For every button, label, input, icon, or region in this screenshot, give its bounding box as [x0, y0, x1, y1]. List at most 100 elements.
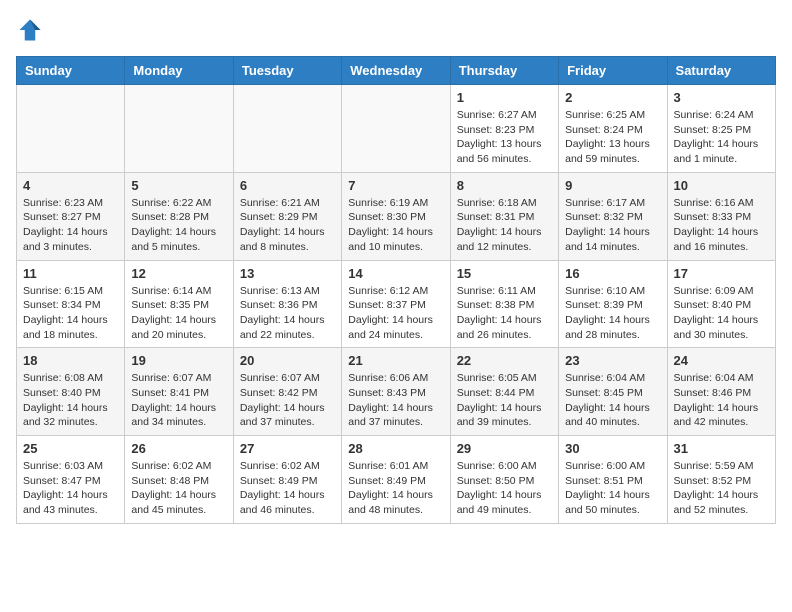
day-number: 26	[131, 441, 226, 456]
weekday-header-sunday: Sunday	[17, 57, 125, 85]
day-number: 24	[674, 353, 769, 368]
day-cell: 12 Sunrise: 6:14 AMSunset: 8:35 PMDayligh…	[125, 260, 233, 348]
day-cell: 2Sunrise: 6:25 AMSunset: 8:24 PMDaylight…	[559, 85, 667, 173]
day-info: Sunrise: 6:00 AMSunset: 8:50 PMDaylight:…	[457, 459, 552, 518]
day-cell: 29 Sunrise: 6:00 AMSunset: 8:50 PMDayligh…	[450, 436, 558, 524]
day-number: 10	[674, 178, 769, 193]
calendar-table: SundayMondayTuesdayWednesdayThursdayFrid…	[16, 56, 776, 524]
day-info: Sunrise: 6:12 AMSunset: 8:37 PMDaylight:…	[348, 284, 443, 343]
weekday-header-saturday: Saturday	[667, 57, 775, 85]
day-info: Sunrise: 6:02 AMSunset: 8:48 PMDaylight:…	[131, 459, 226, 518]
day-cell: 8 Sunrise: 6:18 AMSunset: 8:31 PMDaylight…	[450, 172, 558, 260]
day-cell	[125, 85, 233, 173]
day-number: 28	[348, 441, 443, 456]
day-cell: 13 Sunrise: 6:13 AMSunset: 8:36 PMDayligh…	[233, 260, 341, 348]
day-number: 1	[457, 90, 552, 105]
day-info: Sunrise: 6:17 AMSunset: 8:32 PMDaylight:…	[565, 196, 660, 255]
day-info: Sunrise: 6:06 AMSunset: 8:43 PMDaylight:…	[348, 371, 443, 430]
logo	[16, 16, 48, 44]
day-number: 16	[565, 266, 660, 281]
day-cell: 24Sunrise: 6:04 AMSunset: 8:46 PMDayligh…	[667, 348, 775, 436]
day-cell: 14 Sunrise: 6:12 AMSunset: 8:37 PMDayligh…	[342, 260, 450, 348]
page-header	[16, 16, 776, 44]
day-info: Sunrise: 6:01 AMSunset: 8:49 PMDaylight:…	[348, 459, 443, 518]
day-number: 23	[565, 353, 660, 368]
day-number: 17	[674, 266, 769, 281]
day-number: 29	[457, 441, 552, 456]
day-cell	[233, 85, 341, 173]
day-info: Sunrise: 6:23 AMSunset: 8:27 PMDaylight:…	[23, 196, 118, 255]
day-info: Sunrise: 5:59 AMSunset: 8:52 PMDaylight:…	[674, 459, 769, 518]
day-cell: 28 Sunrise: 6:01 AMSunset: 8:49 PMDayligh…	[342, 436, 450, 524]
day-info: Sunrise: 6:18 AMSunset: 8:31 PMDaylight:…	[457, 196, 552, 255]
day-info: Sunrise: 6:13 AMSunset: 8:36 PMDaylight:…	[240, 284, 335, 343]
day-number: 12	[131, 266, 226, 281]
weekday-header-monday: Monday	[125, 57, 233, 85]
day-cell: 23 Sunrise: 6:04 AMSunset: 8:45 PMDayligh…	[559, 348, 667, 436]
day-number: 11	[23, 266, 118, 281]
day-cell: 5 Sunrise: 6:22 AMSunset: 8:28 PMDaylight…	[125, 172, 233, 260]
day-info: Sunrise: 6:04 AMSunset: 8:45 PMDaylight:…	[565, 371, 660, 430]
day-cell: 21 Sunrise: 6:06 AMSunset: 8:43 PMDayligh…	[342, 348, 450, 436]
week-row-4: 18 Sunrise: 6:08 AMSunset: 8:40 PMDayligh…	[17, 348, 776, 436]
day-number: 22	[457, 353, 552, 368]
week-row-3: 11 Sunrise: 6:15 AMSunset: 8:34 PMDayligh…	[17, 260, 776, 348]
day-number: 27	[240, 441, 335, 456]
day-cell: 6Sunrise: 6:21 AMSunset: 8:29 PMDaylight…	[233, 172, 341, 260]
calendar-body: 1 Sunrise: 6:27 AMSunset: 8:23 PMDaylight…	[17, 85, 776, 524]
day-info: Sunrise: 6:00 AMSunset: 8:51 PMDaylight:…	[565, 459, 660, 518]
day-cell: 31 Sunrise: 5:59 AMSunset: 8:52 PMDayligh…	[667, 436, 775, 524]
day-info: Sunrise: 6:07 AMSunset: 8:41 PMDaylight:…	[131, 371, 226, 430]
day-cell	[342, 85, 450, 173]
day-number: 8	[457, 178, 552, 193]
day-number: 9	[565, 178, 660, 193]
week-row-2: 4 Sunrise: 6:23 AMSunset: 8:27 PMDaylight…	[17, 172, 776, 260]
day-cell: 20Sunrise: 6:07 AMSunset: 8:42 PMDayligh…	[233, 348, 341, 436]
calendar-header: SundayMondayTuesdayWednesdayThursdayFrid…	[17, 57, 776, 85]
day-info: Sunrise: 6:14 AMSunset: 8:35 PMDaylight:…	[131, 284, 226, 343]
day-cell: 17 Sunrise: 6:09 AMSunset: 8:40 PMDayligh…	[667, 260, 775, 348]
day-info: Sunrise: 6:22 AMSunset: 8:28 PMDaylight:…	[131, 196, 226, 255]
day-cell: 22Sunrise: 6:05 AMSunset: 8:44 PMDayligh…	[450, 348, 558, 436]
day-cell: 26 Sunrise: 6:02 AMSunset: 8:48 PMDayligh…	[125, 436, 233, 524]
day-cell: 10 Sunrise: 6:16 AMSunset: 8:33 PMDayligh…	[667, 172, 775, 260]
day-cell: 18 Sunrise: 6:08 AMSunset: 8:40 PMDayligh…	[17, 348, 125, 436]
weekday-header-friday: Friday	[559, 57, 667, 85]
day-info: Sunrise: 6:09 AMSunset: 8:40 PMDaylight:…	[674, 284, 769, 343]
day-number: 4	[23, 178, 118, 193]
day-cell: 15Sunrise: 6:11 AMSunset: 8:38 PMDayligh…	[450, 260, 558, 348]
day-number: 14	[348, 266, 443, 281]
day-cell: 30Sunrise: 6:00 AMSunset: 8:51 PMDayligh…	[559, 436, 667, 524]
day-number: 19	[131, 353, 226, 368]
day-number: 31	[674, 441, 769, 456]
day-number: 5	[131, 178, 226, 193]
day-number: 3	[674, 90, 769, 105]
week-row-5: 25 Sunrise: 6:03 AMSunset: 8:47 PMDayligh…	[17, 436, 776, 524]
day-number: 13	[240, 266, 335, 281]
day-number: 21	[348, 353, 443, 368]
day-number: 20	[240, 353, 335, 368]
day-info: Sunrise: 6:27 AMSunset: 8:23 PMDaylight:…	[457, 108, 552, 167]
day-info: Sunrise: 6:11 AMSunset: 8:38 PMDaylight:…	[457, 284, 552, 343]
day-cell: 27 Sunrise: 6:02 AMSunset: 8:49 PMDayligh…	[233, 436, 341, 524]
week-row-1: 1 Sunrise: 6:27 AMSunset: 8:23 PMDaylight…	[17, 85, 776, 173]
day-info: Sunrise: 6:24 AMSunset: 8:25 PMDaylight:…	[674, 108, 769, 167]
day-number: 7	[348, 178, 443, 193]
day-cell: 11 Sunrise: 6:15 AMSunset: 8:34 PMDayligh…	[17, 260, 125, 348]
day-info: Sunrise: 6:16 AMSunset: 8:33 PMDaylight:…	[674, 196, 769, 255]
day-info: Sunrise: 6:19 AMSunset: 8:30 PMDaylight:…	[348, 196, 443, 255]
day-cell: 3 Sunrise: 6:24 AMSunset: 8:25 PMDaylight…	[667, 85, 775, 173]
day-number: 2	[565, 90, 660, 105]
day-cell: 4 Sunrise: 6:23 AMSunset: 8:27 PMDaylight…	[17, 172, 125, 260]
day-cell: 9 Sunrise: 6:17 AMSunset: 8:32 PMDaylight…	[559, 172, 667, 260]
day-number: 25	[23, 441, 118, 456]
day-info: Sunrise: 6:03 AMSunset: 8:47 PMDaylight:…	[23, 459, 118, 518]
day-info: Sunrise: 6:02 AMSunset: 8:49 PMDaylight:…	[240, 459, 335, 518]
day-cell: 16Sunrise: 6:10 AMSunset: 8:39 PMDayligh…	[559, 260, 667, 348]
weekday-header-thursday: Thursday	[450, 57, 558, 85]
day-number: 18	[23, 353, 118, 368]
day-cell: 25 Sunrise: 6:03 AMSunset: 8:47 PMDayligh…	[17, 436, 125, 524]
day-info: Sunrise: 6:15 AMSunset: 8:34 PMDaylight:…	[23, 284, 118, 343]
day-info: Sunrise: 6:08 AMSunset: 8:40 PMDaylight:…	[23, 371, 118, 430]
weekday-header-tuesday: Tuesday	[233, 57, 341, 85]
